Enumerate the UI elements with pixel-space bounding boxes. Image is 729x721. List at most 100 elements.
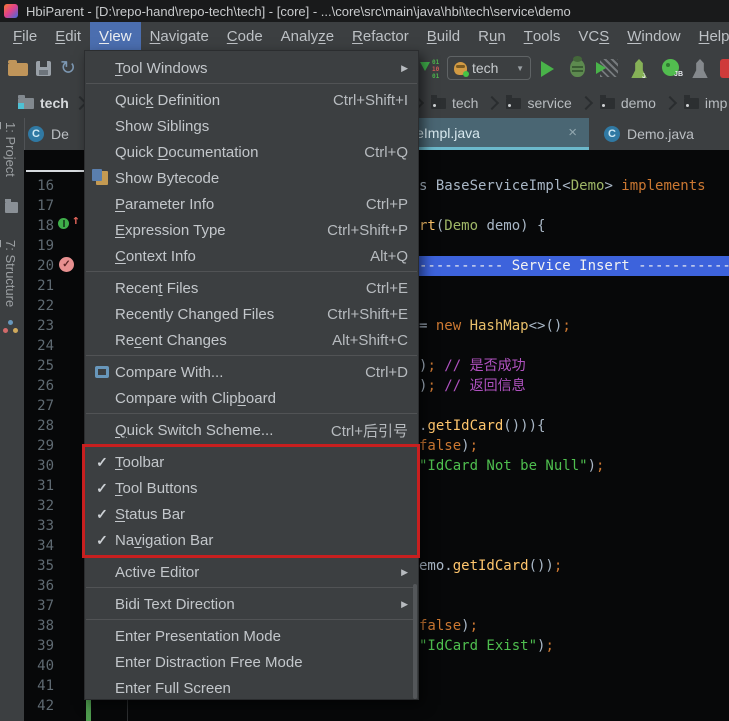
menu-item-compare-with[interactable]: Compare With...Ctrl+D [85, 359, 418, 385]
gutter-line-number: 24 [30, 336, 54, 356]
menu-item-quick-documentation[interactable]: Quick DocumentationCtrl+Q [85, 139, 418, 165]
compare-icon [95, 366, 109, 378]
update-project-icon[interactable]: 011001 [420, 59, 442, 79]
nav-root-item[interactable]: tech [18, 88, 85, 118]
menu-separator [86, 355, 417, 356]
class-icon: C [604, 126, 620, 142]
menu-item-recently-changed-files[interactable]: Recently Changed FilesCtrl+Shift+E [85, 301, 418, 327]
menubar-item-run[interactable]: Run [469, 22, 515, 50]
jrebel-debug-icon[interactable]: JB [662, 59, 679, 76]
menu-item-context-info[interactable]: Context InfoAlt+Q [85, 243, 418, 269]
menu-item-quick-switch-scheme[interactable]: Quick Switch Scheme...Ctrl+后引号 [85, 417, 418, 443]
project-tool-icon[interactable] [5, 202, 18, 213]
menubar-item-vcs[interactable]: VCS [569, 22, 618, 50]
menu-item-bidi-text-direction[interactable]: Bidi Text Direction▶ [85, 591, 418, 617]
breadcrumb-item-service[interactable]: service [506, 95, 571, 111]
breadcrumb-item-demo[interactable]: demo [600, 95, 656, 111]
menu-item-enter-presentation-mode[interactable]: Enter Presentation Mode [85, 623, 418, 649]
code-line-28: .getIdCard())){ [419, 416, 729, 436]
menu-item-label: Show Siblings [115, 118, 209, 135]
bookmark-check-icon[interactable]: ✓ [59, 257, 74, 272]
nav-root-label: tech [40, 95, 69, 111]
bytecode-icon [96, 171, 108, 185]
code-line-16: s BaseServiceImpl<Demo> implements [419, 176, 729, 196]
menu-shortcut: Ctrl+E [366, 280, 408, 297]
menubar-item-navigate[interactable]: Navigate [141, 22, 218, 50]
menubar-item-code[interactable]: Code [218, 22, 272, 50]
red-edge-icon[interactable] [720, 59, 729, 78]
tool-window-button-project[interactable]: 1: Project [3, 122, 18, 177]
tomcat-icon [454, 62, 467, 75]
menubar-item-refactor[interactable]: Refactor [343, 22, 418, 50]
synchronize-icon[interactable]: ↻ [60, 59, 76, 78]
menubar-item-file[interactable]: File [4, 22, 46, 50]
gutter-line-number: 21 [30, 276, 54, 296]
menubar-item-view[interactable]: View [90, 22, 141, 50]
breadcrumb-label: tech [452, 95, 478, 111]
menu-item-recent-changes[interactable]: Recent ChangesAlt+Shift+C [85, 327, 418, 353]
rocket-disabled-icon [692, 59, 708, 78]
menu-item-recent-files[interactable]: Recent FilesCtrl+E [85, 275, 418, 301]
menu-item-parameter-info[interactable]: Parameter InfoCtrl+P [85, 191, 418, 217]
window-title: HbiParent - [D:\repo-hand\repo-tech\tech… [26, 4, 571, 19]
menu-item-expression-type[interactable]: Expression TypeCtrl+Shift+P [85, 217, 418, 243]
menu-item-active-editor[interactable]: Active Editor▶ [85, 559, 418, 585]
menu-separator [86, 83, 417, 84]
tab-label: Demo.java [627, 126, 694, 142]
folder-icon [684, 98, 699, 109]
menu-item-label: Recent Changes [115, 332, 227, 349]
run-configuration-label: tech [472, 60, 498, 76]
code-line-25: ); // 是否成功 [419, 356, 729, 376]
menu-scrollbar[interactable] [413, 584, 417, 699]
tab-demo-java[interactable]: C Demo.java [598, 118, 729, 150]
breadcrumb-item-tech[interactable]: tech [431, 95, 478, 111]
menu-shortcut: Ctrl+P [366, 196, 408, 213]
menu-item-label: Tool Windows [115, 60, 208, 77]
gutter-line-number: 23 [30, 316, 54, 336]
menubar-item-help[interactable]: Help [690, 22, 729, 50]
menu-item-compare-with-clipboard[interactable]: Compare with Clipboard [85, 385, 418, 411]
debug-icon[interactable] [570, 59, 585, 77]
code-line-20: ---------- Service Insert --------------… [419, 256, 729, 276]
menu-shortcut: Ctrl+Shift+E [327, 306, 408, 323]
code-line-39: "IdCard Exist"); [419, 636, 729, 656]
run-icon[interactable] [541, 61, 554, 77]
tool-window-button-structure[interactable]: 7: Structure [3, 240, 18, 307]
run-configuration-select[interactable]: tech ▼ [447, 56, 531, 80]
breadcrumb-label: imp [705, 95, 728, 111]
tab-label: De [51, 126, 69, 142]
menu-item-enter-full-screen[interactable]: Enter Full Screen [85, 675, 418, 701]
menu-item-label: Show Bytecode [115, 170, 219, 187]
run-with-coverage-icon[interactable] [600, 59, 618, 77]
gutter-line-number: 29 [30, 436, 54, 456]
menu-item-show-bytecode[interactable]: Show Bytecode [85, 165, 418, 191]
override-method-icon[interactable] [58, 218, 69, 229]
structure-tool-icon[interactable] [8, 320, 13, 325]
menubar-item-edit[interactable]: Edit [46, 22, 90, 50]
menu-shortcut: Ctrl+Shift+I [333, 92, 408, 109]
menubar-item-analyze[interactable]: Analyze [272, 22, 343, 50]
vcs-change-bar [86, 700, 91, 721]
gutter-line-number: 26 [30, 376, 54, 396]
tab-serviceimpl-selected[interactable]: viceImpl.java × [395, 118, 589, 150]
jrebel-run-icon[interactable]: JR [631, 59, 647, 78]
menu-item-show-siblings[interactable]: Show Siblings [85, 113, 418, 139]
menu-item-tool-windows[interactable]: Tool Windows▶ [85, 55, 418, 81]
save-all-icon[interactable] [36, 61, 51, 76]
menu-item-label: Quick Documentation [115, 144, 258, 161]
menubar-item-window[interactable]: Window [618, 22, 689, 50]
override-up-arrow-icon: ↑ [72, 213, 80, 228]
menu-separator [86, 619, 417, 620]
code-line-29: false); [419, 436, 729, 456]
close-icon[interactable]: × [568, 124, 577, 141]
tab-demo-partial[interactable]: C De [28, 118, 84, 150]
menubar-item-build[interactable]: Build [418, 22, 469, 50]
menu-item-quick-definition[interactable]: Quick DefinitionCtrl+Shift+I [85, 87, 418, 113]
folder-icon [600, 98, 615, 109]
menu-item-enter-distraction-free-mode[interactable]: Enter Distraction Free Mode [85, 649, 418, 675]
open-folder-icon[interactable] [8, 63, 28, 76]
title-bar: HbiParent - [D:\repo-hand\repo-tech\tech… [0, 0, 729, 22]
breadcrumb-item-imp[interactable]: imp [684, 95, 728, 111]
menubar-item-tools[interactable]: Tools [515, 22, 570, 50]
gutter-line-number: 22 [30, 296, 54, 316]
